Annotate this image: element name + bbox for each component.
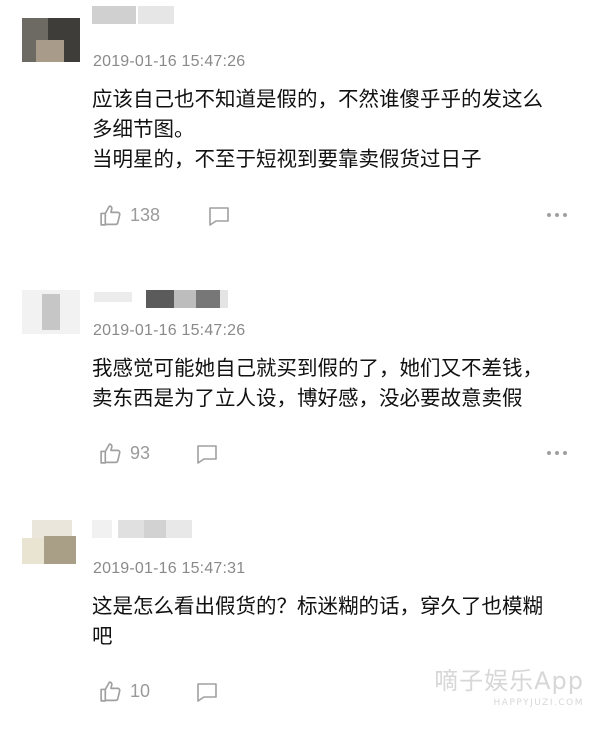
like-button[interactable]: 93 [98,441,150,466]
watermark-logo: 嘀子娱乐App HAPPYJUZI.COM [434,661,584,708]
comment-timestamp: 2019-01-16 15:47:31 [93,560,246,577]
comment-bubble-icon[interactable] [206,204,232,228]
comment-text: 应该自己也不知道是假的，不然谁傻乎乎的发这么 多细节图。 当明星的，不至于短视到… [92,87,543,171]
avatar[interactable] [22,18,80,62]
comment-text: 我感觉可能她自己就买到假的了，她们又不差钱， 卖东西是为了立人设，博好感，没必要… [92,356,543,410]
comment-actions: 138 [98,203,578,229]
comment-text: 这是怎么看出假货的？标迷糊的话，穿久了也模糊 吧 [92,594,543,648]
ellipsis-icon[interactable] [546,211,568,219]
ellipsis-icon[interactable] [546,449,568,457]
avatar[interactable] [22,290,80,334]
comment-actions: 93 [98,441,578,467]
comment-timestamp: 2019-01-16 15:47:26 [93,322,246,339]
like-count: 10 [130,681,151,701]
watermark-text: 嘀子娱乐App [434,667,584,695]
thumbs-up-icon [100,681,121,702]
avatar[interactable] [22,520,80,564]
comment-bubble-icon[interactable] [194,680,220,704]
watermark-url: HAPPYJUZI.COM [493,698,584,708]
comment-timestamp: 2019-01-16 15:47:26 [93,53,246,70]
thumbs-up-icon [100,443,121,464]
like-count: 93 [130,443,151,463]
like-count: 138 [130,205,161,225]
thumbs-up-icon [100,205,121,226]
like-button[interactable]: 10 [98,679,150,704]
comment-bubble-icon[interactable] [194,442,220,466]
like-button[interactable]: 138 [98,203,160,228]
